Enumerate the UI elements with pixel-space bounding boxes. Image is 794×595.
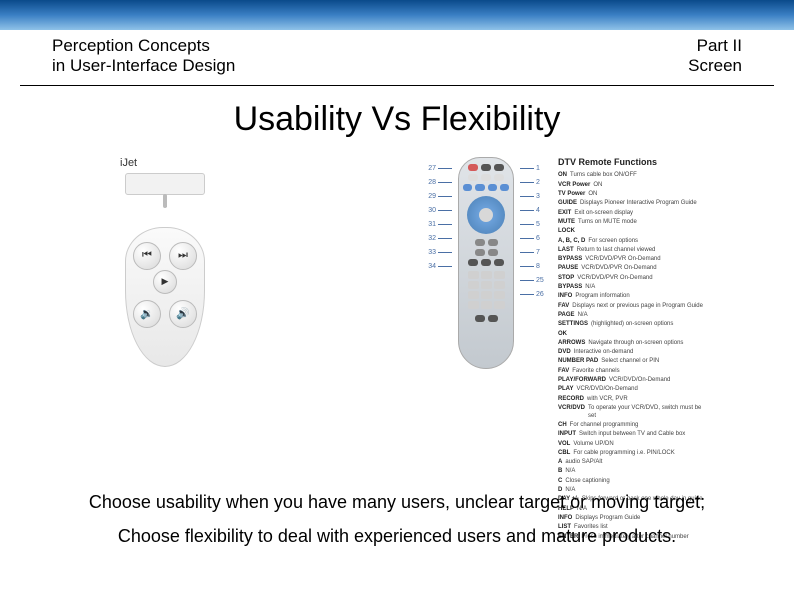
dtv-function-item: DVDInteractive on-demand — [558, 349, 708, 357]
callout-label: 5 — [520, 221, 540, 228]
dtv-dpad — [467, 196, 505, 234]
dtv-function-item: A, B, C, DFor screen options — [558, 238, 708, 246]
callout-label: 28 — [428, 179, 452, 186]
bottom-text: Choose usability when you have many user… — [0, 485, 794, 553]
callout-label: 7 — [520, 249, 540, 256]
vol-up-button: 🔊 — [169, 300, 197, 328]
callout-label: 31 — [428, 221, 452, 228]
dtv-function-item: ONTurns cable box ON/OFF — [558, 172, 708, 180]
callout-label: 8 — [520, 263, 540, 270]
dtv-function-item: INPUTSwitch input between TV and Cable b… — [558, 431, 708, 439]
dtv-function-item: FAVFavorite channels — [558, 368, 708, 376]
callout-label: 4 — [520, 207, 540, 214]
right-callouts: 1 2 3 4 5 6 7 8 25 26 — [520, 157, 552, 298]
callout-label: 2 — [520, 179, 540, 186]
callout-label: 6 — [520, 235, 540, 242]
dtv-numpad — [468, 271, 505, 309]
callout-label: 34 — [428, 263, 452, 270]
bottom-line2: Choose flexibility to deal with experien… — [20, 519, 774, 553]
vol-down-button: 🔉 — [133, 300, 161, 328]
dtv-function-item: INFOProgram information — [558, 293, 708, 301]
dtv-function-item: MUTETurns on MUTE mode — [558, 219, 708, 227]
header-left-line1: Perception Concepts — [52, 36, 235, 56]
slide-header: Perception Concepts in User-Interface De… — [20, 30, 774, 86]
callout-label: 1 — [520, 165, 540, 172]
callout-label: 3 — [520, 193, 540, 200]
dtv-function-item: TV PowerON — [558, 191, 708, 199]
dtv-function-item: OK — [558, 331, 708, 339]
dtv-function-item: NUMBER PADSelect channel or PIN — [558, 358, 708, 366]
callout-label: 25 — [520, 277, 544, 284]
dtv-function-item: VOLVolume UP/DN — [558, 441, 708, 449]
prev-track-button: ⏮ — [133, 242, 161, 270]
ijet-brand-label: iJet — [120, 157, 137, 169]
play-pause-button: ▶ — [153, 270, 177, 294]
callout-label: 32 — [428, 235, 452, 242]
slide-top-gradient — [0, 0, 794, 30]
dtv-functions-title: DTV Remote Functions — [558, 157, 708, 169]
callout-label: 33 — [428, 249, 452, 256]
callout-label: 30 — [428, 207, 452, 214]
dtv-function-item: BYPASSN/A — [558, 284, 708, 292]
simple-remote-figure: iJet ⏮ ⏭ 🔉 🔊 ▶ — [110, 157, 220, 367]
dtv-function-item: BN/A — [558, 468, 708, 476]
dtv-function-item: PLAYVCR/DVD/On-Demand — [558, 386, 708, 394]
dtv-function-item: LASTReturn to last channel viewed — [558, 247, 708, 255]
dtv-function-item: STOPVCR/DVD/PVR On-Demand — [558, 275, 708, 283]
dtv-function-item: LOCK — [558, 228, 708, 236]
dtv-remote-body — [458, 157, 514, 369]
callout-label: 27 — [428, 165, 452, 172]
left-callouts: 27 28 29 30 31 32 33 34 — [420, 157, 452, 270]
dtv-function-item: BYPASSVCR/DVD/PVR On-Demand — [558, 256, 708, 264]
slide-title: Usability Vs Flexibility — [0, 100, 794, 139]
next-track-button: ⏭ — [169, 242, 197, 270]
dtv-function-item: VCR PowerON — [558, 182, 708, 190]
dtv-function-item: Aaudio SAP/Alt — [558, 459, 708, 467]
callout-label: 26 — [520, 291, 544, 298]
dtv-function-item: CBLFor cable programming i.e. PIN/LOCK — [558, 450, 708, 458]
dtv-function-item: FAVDisplays next or previous page in Pro… — [558, 303, 708, 311]
dtv-function-item: EXITExit on-screen display — [558, 210, 708, 218]
header-left: Perception Concepts in User-Interface De… — [52, 36, 235, 77]
callout-label: 29 — [428, 193, 452, 200]
dtv-function-item: PAGEN/A — [558, 312, 708, 320]
dtv-function-item: ARROWSNavigate through on-screen options — [558, 340, 708, 348]
dtv-function-item: RECORDwith VCR, PVR — [558, 396, 708, 404]
dtv-function-item: CHFor channel programming — [558, 422, 708, 430]
dtv-function-item: VCR/DVDTo operate your VCR/DVD, switch m… — [558, 405, 708, 421]
dtv-function-item: PAUSEVCR/DVD/PVR On-Demand — [558, 265, 708, 273]
dtv-function-item: PLAY/FORWARDVCR/DVD/On-Demand — [558, 377, 708, 385]
bottom-line1: Choose usability when you have many user… — [20, 485, 774, 519]
ipod-dock-plug — [125, 173, 205, 195]
header-left-line2: in User-Interface Design — [52, 56, 235, 76]
dtv-function-item: GUIDEDisplays Pioneer Interactive Progra… — [558, 200, 708, 208]
header-right: Part II Screen — [688, 36, 742, 77]
dtv-function-item: SETTINGS(highlighted) on-screen options — [558, 321, 708, 329]
header-right-line2: Screen — [688, 56, 742, 76]
header-right-line1: Part II — [688, 36, 742, 56]
simple-remote-body: ⏮ ⏭ 🔉 🔊 ▶ — [125, 227, 205, 367]
